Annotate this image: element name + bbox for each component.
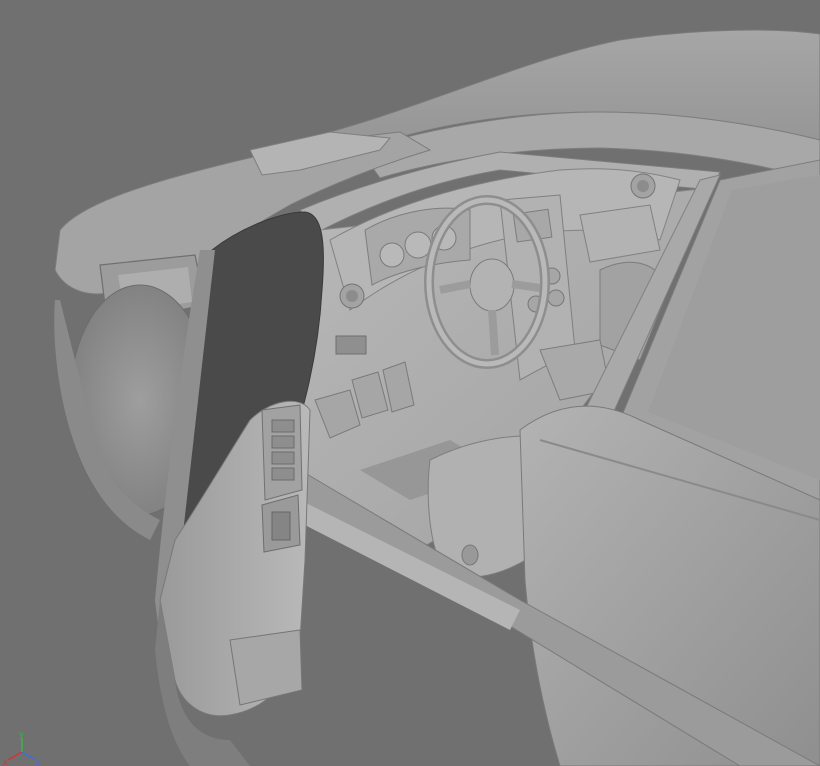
y-axis-label: y (19, 730, 24, 739)
3d-viewport[interactable]: x y z (0, 0, 820, 766)
z-axis-label: z (36, 758, 40, 766)
x-axis-label: x (3, 758, 8, 766)
car-interior-render: x y z (0, 0, 820, 766)
